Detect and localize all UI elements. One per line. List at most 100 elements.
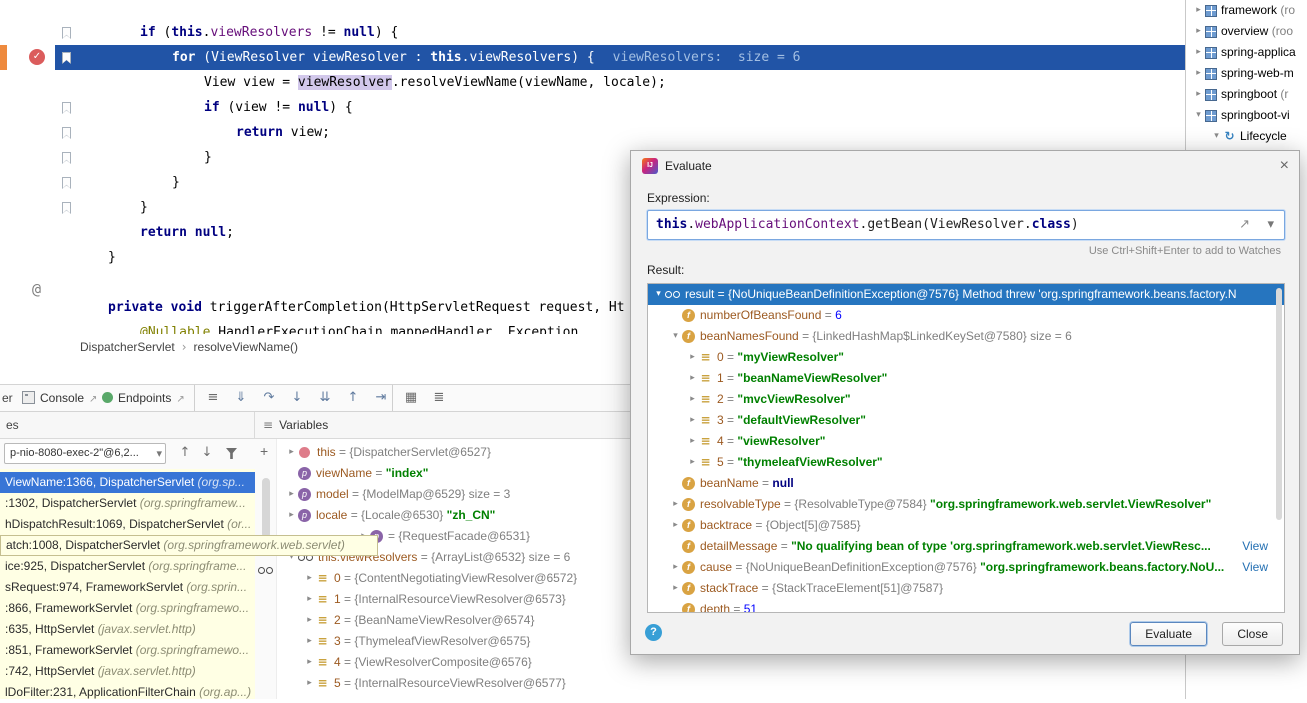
tab-frames-cut[interactable]: es: [0, 412, 255, 438]
run-to-cursor-icon[interactable]: ⇥: [370, 385, 392, 411]
frame-row[interactable]: lDoFilter:231, ApplicationFilterChain (o…: [0, 682, 255, 703]
result-row[interactable]: ▸≡0 = "myViewResolver": [648, 347, 1284, 368]
result-row[interactable]: ▸fcause = {NoUniqueBeanDefinitionExcepti…: [648, 557, 1284, 578]
view-link[interactable]: View: [1242, 557, 1268, 578]
scrollbar-thumb[interactable]: [262, 478, 270, 538]
chevron-collapsed-icon[interactable]: ▸: [669, 494, 682, 515]
chevron-collapsed-icon[interactable]: ▸: [686, 389, 699, 410]
close-button[interactable]: Close: [1222, 622, 1283, 646]
bookmark-icon[interactable]: [62, 27, 71, 39]
bookmark-icon[interactable]: [62, 127, 71, 139]
chevron-collapsed-icon[interactable]: ▸: [686, 452, 699, 473]
chevron-collapsed-icon[interactable]: ▸: [303, 631, 316, 652]
chevron-collapsed-icon[interactable]: ▸: [686, 410, 699, 431]
frame-row[interactable]: sRequest:974, FrameworkServlet (org.spri…: [0, 577, 255, 598]
breakpoint-icon[interactable]: [29, 49, 45, 65]
help-icon[interactable]: [645, 624, 662, 641]
chevron-expanded-icon[interactable]: ▾: [669, 326, 682, 347]
bookmark-icon[interactable]: [62, 152, 71, 164]
next-frame-icon[interactable]: ↓: [198, 441, 216, 465]
sidebar-item-overview[interactable]: ▸overview (roo: [1186, 21, 1307, 42]
close-icon[interactable]: [1280, 151, 1289, 181]
result-row[interactable]: ▸fresolvableType = {ResolvableType@7584}…: [648, 494, 1284, 515]
frame-row[interactable]: ViewName:1366, DispatcherServlet (org.sp…: [0, 472, 255, 493]
tab-debugger-cut[interactable]: er: [2, 385, 13, 411]
result-row[interactable]: fnumberOfBeansFound = 6: [648, 305, 1284, 326]
sidebar-item-spring-web-m[interactable]: ▸spring-web-m: [1186, 63, 1307, 84]
variable-row[interactable]: ▸≡5 = {InternalResourceViewResolver@6577…: [277, 673, 1185, 694]
chevron-collapsed-icon[interactable]: ▸: [285, 505, 298, 526]
evaluate-button[interactable]: Evaluate: [1130, 622, 1207, 646]
chevron-collapsed-icon[interactable]: ▸: [303, 652, 316, 673]
chevron-collapsed-icon[interactable]: ▸: [669, 578, 682, 599]
chevron-expanded-icon[interactable]: ▾: [1192, 105, 1205, 126]
bookmark-icon[interactable]: [62, 177, 71, 189]
thread-dropdown[interactable]: p-nio-8080-exec-2"@6,2...: [4, 443, 166, 464]
step-out-icon[interactable]: ↑: [342, 385, 364, 411]
result-row[interactable]: ▸fstackTrace = {StackTraceElement[51]@75…: [648, 578, 1284, 599]
frame-row[interactable]: :866, FrameworkServlet (org.springframew…: [0, 598, 255, 619]
chevron-collapsed-icon[interactable]: ▸: [1192, 84, 1205, 105]
chevron-collapsed-icon[interactable]: ▸: [303, 673, 316, 694]
result-row[interactable]: ▾fbeanNamesFound = {LinkedHashMap$Linked…: [648, 326, 1284, 347]
result-row[interactable]: ▸fbacktrace = {Object[5]@7585}: [648, 515, 1284, 536]
expression-input[interactable]: this.webApplicationContext.getBean(ViewR…: [647, 210, 1285, 240]
step-over-icon[interactable]: ↷: [258, 385, 280, 411]
result-row[interactable]: fdepth = 51: [648, 599, 1284, 613]
view-link[interactable]: View: [1242, 536, 1268, 557]
chevron-collapsed-icon[interactable]: ▸: [1192, 0, 1205, 21]
chevron-collapsed-icon[interactable]: ▸: [686, 368, 699, 389]
watches-toggle-icon[interactable]: [258, 567, 273, 574]
chevron-collapsed-icon[interactable]: ▸: [285, 442, 298, 463]
chevron-collapsed-icon[interactable]: ▸: [303, 589, 316, 610]
chevron-collapsed-icon[interactable]: ▸: [1192, 21, 1205, 42]
bookmark-icon[interactable]: [62, 102, 71, 114]
breadcrumb-item[interactable]: DispatcherServlet: [80, 340, 175, 354]
result-row[interactable]: ▸≡4 = "viewResolver": [648, 431, 1284, 452]
expand-icon[interactable]: [1239, 211, 1250, 239]
bookmark-icon[interactable]: [62, 202, 71, 214]
chevron-collapsed-icon[interactable]: ▸: [303, 568, 316, 589]
result-row[interactable]: ▸≡5 = "thymeleafViewResolver": [648, 452, 1284, 473]
result-row[interactable]: ▸≡2 = "mvcViewResolver": [648, 389, 1284, 410]
view-options-icon[interactable]: ≡: [202, 385, 224, 411]
dropdown-arrow-icon[interactable]: [1267, 211, 1274, 239]
scrollbar[interactable]: [1275, 285, 1283, 611]
chevron-collapsed-icon[interactable]: ▸: [285, 484, 298, 505]
chevron-collapsed-icon[interactable]: ▸: [1192, 42, 1205, 63]
force-step-into-icon[interactable]: ⇊: [314, 385, 336, 411]
sidebar-item-springboot[interactable]: ▸springboot (r: [1186, 84, 1307, 105]
chevron-collapsed-icon[interactable]: ▸: [669, 557, 682, 578]
sidebar-item-spring-applica[interactable]: ▸spring-applica: [1186, 42, 1307, 63]
show-execution-point-icon[interactable]: ⇓: [230, 385, 252, 411]
result-row[interactable]: fbeanName = null: [648, 473, 1284, 494]
result-row[interactable]: ▾result = {NoUniqueBeanDefinitionExcepti…: [648, 284, 1284, 305]
add-watch-icon[interactable]: [260, 443, 268, 459]
previous-frame-icon[interactable]: ↑: [176, 441, 194, 465]
chevron-expanded-icon[interactable]: ▾: [1210, 126, 1223, 147]
frame-row-expanded[interactable]: atch:1008, DispatcherServlet (org.spring…: [0, 535, 378, 556]
tab-endpoints[interactable]: Endpoints: [102, 385, 185, 411]
frame-row[interactable]: :635, HttpServlet (javax.servlet.http): [0, 619, 255, 640]
frame-row[interactable]: :851, FrameworkServlet (org.springframew…: [0, 640, 255, 661]
chevron-collapsed-icon[interactable]: ▸: [303, 610, 316, 631]
frame-row[interactable]: :742, HttpServlet (javax.servlet.http): [0, 661, 255, 682]
breadcrumb-item[interactable]: resolveViewName(): [194, 340, 298, 354]
frame-row[interactable]: :1302, DispatcherServlet (org.springfram…: [0, 493, 255, 514]
chevron-expanded-icon[interactable]: ▾: [652, 284, 665, 305]
chevron-collapsed-icon[interactable]: ▸: [686, 431, 699, 452]
scrollbar-thumb[interactable]: [1276, 288, 1282, 520]
chevron-collapsed-icon[interactable]: ▸: [669, 515, 682, 536]
variables-panel-header[interactable]: Variables: [263, 412, 328, 438]
frame-row[interactable]: hDispatchResult:1069, DispatcherServlet …: [0, 514, 255, 535]
tab-console[interactable]: Console: [22, 385, 97, 411]
chevron-collapsed-icon[interactable]: ▸: [1192, 63, 1205, 84]
hide-library-frames-icon[interactable]: [226, 448, 237, 459]
more-options-icon[interactable]: ≣: [428, 385, 450, 411]
layout-grid-icon[interactable]: ▦: [400, 385, 422, 411]
sidebar-item-springboot-vi[interactable]: ▾springboot-vi: [1186, 105, 1307, 126]
result-tree[interactable]: ▾result = {NoUniqueBeanDefinitionExcepti…: [647, 283, 1285, 613]
variable-row[interactable]: ▸≡4 = {ViewResolverComposite@6576}: [277, 652, 1185, 673]
sidebar-item-Lifecycle[interactable]: ▾↻Lifecycle: [1186, 126, 1307, 147]
frame-row[interactable]: ice:925, DispatcherServlet (org.springfr…: [0, 556, 255, 577]
